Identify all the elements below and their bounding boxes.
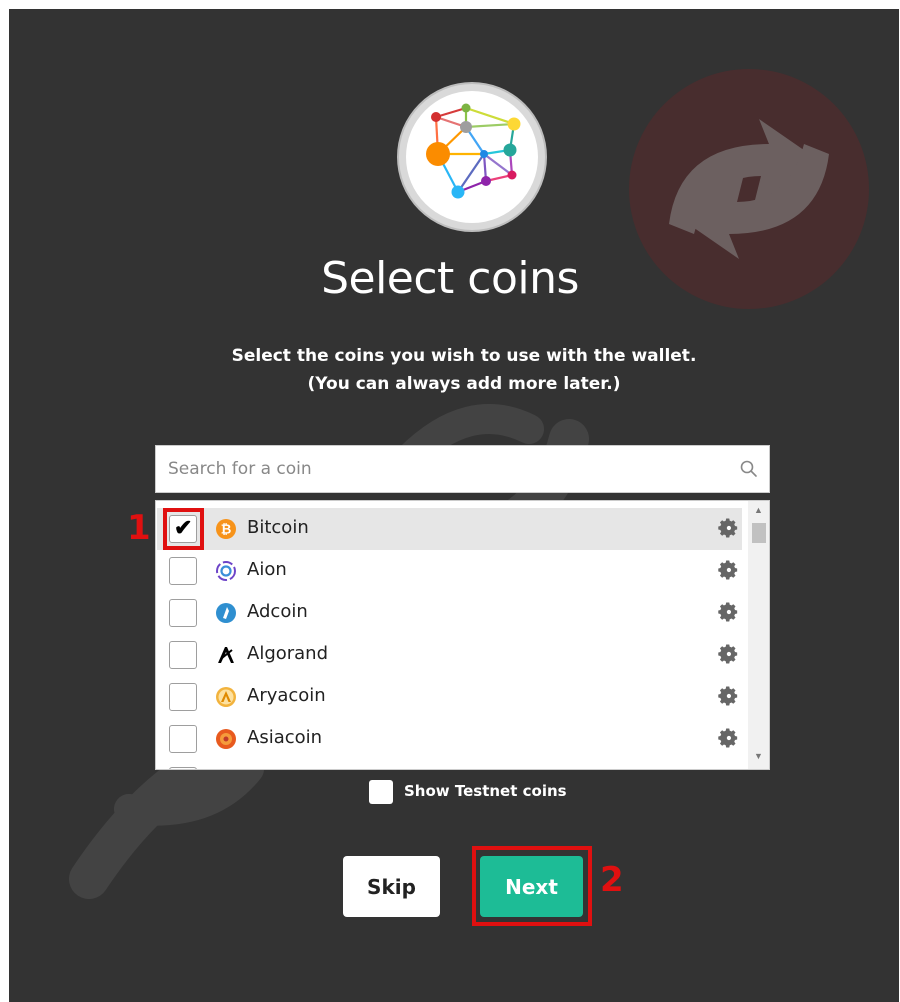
scroll-thumb[interactable] [752,523,766,543]
coin-checkbox-adcoin[interactable] [169,599,197,627]
annotation-number-1: 1 [127,508,151,548]
coin-checkbox-aryacoin[interactable] [169,683,197,711]
coin-search-input[interactable] [168,446,728,492]
aryacoin-icon [216,687,236,707]
gear-icon[interactable] [717,517,739,539]
gear-icon[interactable] [717,601,739,623]
network-logo-icon [426,103,521,199]
coin-label: Bitcoin [247,517,309,538]
subtitle-line-1: Select the coins you wish to use with th… [231,346,697,366]
annotation-highlight-2 [472,846,592,926]
page-title: Select coins [321,253,579,304]
subtitle-line-2: (You can always add more later.) [307,374,621,394]
scroll-up-icon[interactable]: ▲ [754,505,763,515]
gear-icon[interactable] [717,559,739,581]
coin-checkbox-partial[interactable] [169,767,197,769]
adcoin-icon [216,603,236,623]
aion-icon [216,561,236,581]
coin-label: Aion [247,559,287,580]
gear-icon[interactable] [717,685,739,707]
coin-label: Algorand [247,643,329,664]
show-testnet-checkbox[interactable] [369,780,393,804]
algorand-icon [218,647,234,663]
annotation-number-2: 2 [600,860,624,900]
coin-row-bitcoin[interactable]: ✔ ₿ Bitcoin [157,508,742,550]
coin-row-partial[interactable] [157,760,742,769]
coin-label: Asiacoin [247,727,323,748]
coin-checkbox-asiacoin[interactable] [169,725,197,753]
coin-label: Adcoin [247,601,308,622]
coin-checkbox-algorand[interactable] [169,641,197,669]
search-icon[interactable] [739,459,759,479]
skip-button[interactable]: Skip [343,856,440,917]
gear-icon[interactable] [717,727,739,749]
svg-text:₿: ₿ [221,523,232,538]
list-scrollbar[interactable]: ▲ ▼ [748,501,769,769]
show-testnet-label: Show Testnet coins [404,782,567,800]
coin-row-aryacoin[interactable]: Aryacoin [157,676,742,718]
coin-checkbox-aion[interactable] [169,557,197,585]
page-subtitle: Select the coins you wish to use with th… [0,342,900,398]
app-logo [397,82,547,232]
annotation-highlight-1 [163,508,204,550]
coin-search-box [155,445,770,493]
bitcoin-icon: ₿ [216,519,236,539]
coin-row-adcoin[interactable]: Adcoin [157,592,742,634]
scroll-down-icon[interactable]: ▼ [754,751,763,761]
gear-icon[interactable] [717,643,739,665]
coin-list: ✔ ₿ Bitcoin Aion Adcoin Algorand Aryacoi… [155,500,770,770]
coin-row-algorand[interactable]: Algorand [157,634,742,676]
watermark-arrow-icon [669,119,829,259]
asiacoin-icon [216,729,236,749]
coin-row-asiacoin[interactable]: Asiacoin [157,718,742,760]
coin-row-aion[interactable]: Aion [157,550,742,592]
coin-label: Aryacoin [247,685,326,706]
